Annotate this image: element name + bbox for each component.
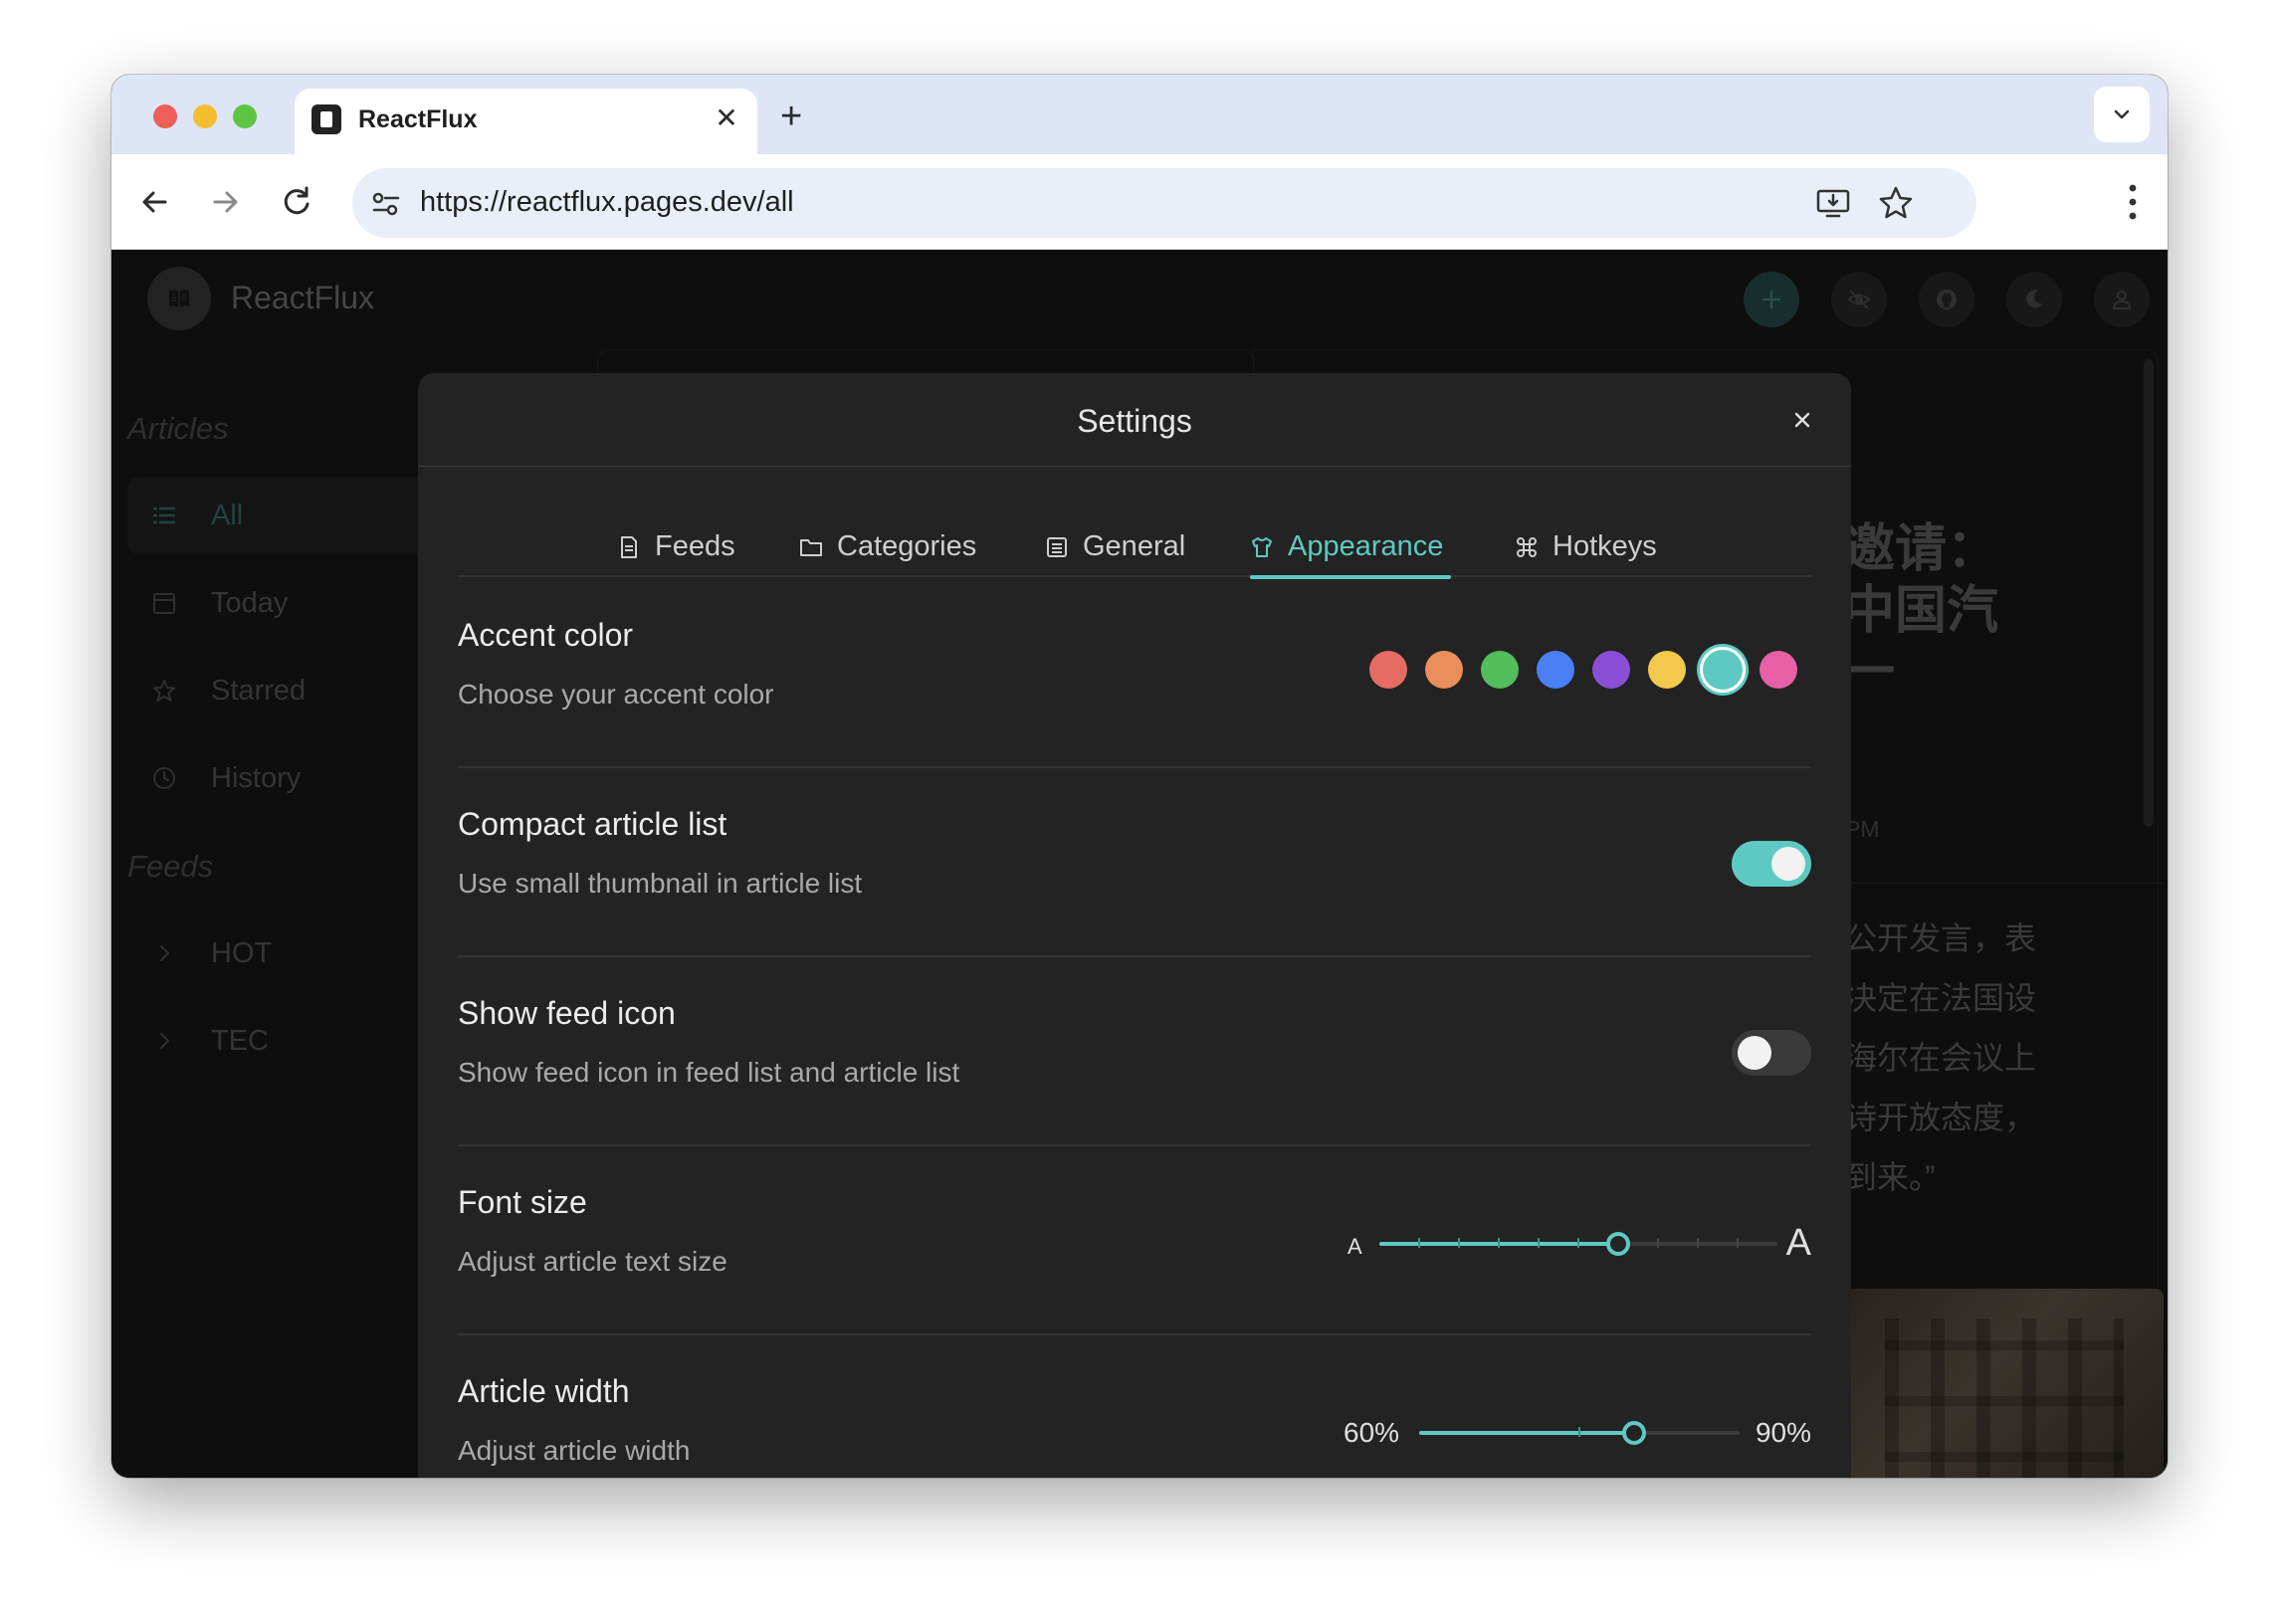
accent-swatch[interactable]	[1369, 651, 1407, 689]
accent-swatch[interactable]	[1700, 647, 1746, 693]
back-button[interactable]	[131, 178, 179, 226]
font-size-max-label: A	[1785, 1222, 1811, 1264]
tab-appearance[interactable]: Appearance	[1250, 527, 1451, 579]
browser-toolbar: https://reactflux.pages.dev/all	[111, 154, 2168, 250]
favicon-icon	[311, 104, 341, 134]
article-width-max-label: 90%	[1755, 1417, 1811, 1448]
new-tab-button[interactable]: +	[780, 97, 802, 136]
setting-description: Use small thumbnail in article list	[458, 868, 863, 899]
file-icon	[621, 536, 637, 558]
setting-font-size: Font size Adjust article text size A A	[458, 1146, 1811, 1335]
slider-tick	[1458, 1238, 1460, 1248]
slider-tick	[1498, 1238, 1500, 1248]
slider-thumb[interactable]	[1606, 1232, 1630, 1256]
folder-icon	[800, 539, 822, 556]
setting-description: Show feed icon in feed list and article …	[458, 1057, 960, 1088]
setting-accent-color: Accent color Choose your accent color	[458, 579, 1811, 768]
tab-search-button[interactable]	[2094, 87, 2150, 142]
slider-tick	[1578, 1427, 1580, 1437]
slider-tick	[1737, 1238, 1739, 1248]
slider-tick	[1577, 1238, 1579, 1248]
accent-swatch[interactable]	[1760, 651, 1797, 689]
setting-title: Font size	[458, 1184, 587, 1220]
setting-title: Article width	[458, 1373, 630, 1409]
reload-button[interactable]	[273, 178, 320, 226]
shirt-icon	[1252, 537, 1272, 557]
tab-title: ReactFlux	[358, 105, 478, 133]
install-app-icon[interactable]	[1815, 185, 1851, 221]
slider-tick	[1418, 1238, 1420, 1248]
bookmark-star-icon[interactable]	[1877, 184, 1915, 222]
toggle-knob	[1738, 1036, 1771, 1070]
accent-color-swatches	[1365, 647, 1803, 693]
slider-tick	[1697, 1238, 1699, 1248]
setting-show-feed-icon: Show feed icon Show feed icon in feed li…	[458, 957, 1811, 1146]
setting-compact-list: Compact article list Use small thumbnail…	[458, 768, 1811, 957]
minimize-window-button[interactable]	[193, 104, 217, 128]
maximize-window-button[interactable]	[233, 104, 257, 128]
site-settings-icon[interactable]	[368, 186, 404, 222]
tab-label: Categories	[837, 530, 977, 562]
close-icon[interactable]	[1789, 407, 1815, 433]
font-size-min-label: A	[1347, 1234, 1362, 1259]
font-size-slider[interactable]: A A	[1347, 1218, 1811, 1268]
accent-swatch[interactable]	[1648, 651, 1686, 689]
setting-description: Choose your accent color	[458, 679, 774, 710]
setting-title: Accent color	[458, 617, 634, 653]
accent-swatch[interactable]	[1592, 651, 1630, 689]
settings-title: Settings	[1077, 403, 1192, 439]
tab-label: Hotkeys	[1552, 530, 1657, 562]
settings-tabs: Feeds Categories General Appearance Hotk…	[458, 527, 1811, 579]
article-width-slider[interactable]: 60% 90%	[1344, 1407, 1811, 1457]
tab-label: Feeds	[655, 530, 735, 562]
browser-window: ReactFlux ✕ + https://reactflux.pages.de…	[111, 75, 2168, 1478]
chevron-down-icon	[2114, 109, 2130, 119]
tab-label: General	[1083, 530, 1186, 562]
accent-swatch[interactable]	[1537, 651, 1574, 689]
settings-modal: Settings Feeds Categories General Appear…	[418, 373, 1851, 1478]
close-window-button[interactable]	[153, 104, 177, 128]
forward-button[interactable]	[201, 178, 249, 226]
tab-strip: ReactFlux ✕ +	[111, 75, 2168, 154]
setting-title: Show feed icon	[458, 995, 676, 1031]
article-width-min-label: 60%	[1344, 1417, 1400, 1448]
setting-article-width: Article width Adjust article width 60% 9…	[458, 1335, 1811, 1478]
accent-swatch[interactable]	[1425, 651, 1463, 689]
browser-tab[interactable]: ReactFlux ✕	[295, 89, 757, 154]
address-bar[interactable]: https://reactflux.pages.dev/all	[352, 168, 1976, 238]
tab-label: Appearance	[1288, 530, 1444, 562]
url-text[interactable]: https://reactflux.pages.dev/all	[420, 186, 794, 219]
browser-menu-icon[interactable]	[2128, 180, 2138, 224]
setting-title: Compact article list	[458, 806, 727, 842]
command-icon	[1517, 537, 1537, 557]
list-box-icon	[1047, 537, 1067, 557]
accent-swatch[interactable]	[1481, 651, 1519, 689]
setting-description: Adjust article width	[458, 1435, 691, 1466]
settings-header: Settings	[418, 373, 1851, 467]
slider-thumb[interactable]	[1621, 1421, 1646, 1445]
arrow-right-icon	[213, 191, 238, 213]
tab-close-icon[interactable]: ✕	[712, 102, 741, 134]
slider-tick	[1657, 1238, 1659, 1248]
reactflux-app: ReactFlux Articles All Today Starred His…	[111, 250, 2168, 1478]
arrow-left-icon	[142, 191, 167, 213]
reload-icon	[284, 186, 310, 215]
compact-list-toggle[interactable]	[1732, 841, 1811, 887]
slider-tick	[1538, 1238, 1540, 1248]
show-feed-icon-toggle[interactable]	[1732, 1030, 1811, 1076]
setting-description: Adjust article text size	[458, 1246, 727, 1277]
slider-fill	[1419, 1431, 1634, 1435]
toggle-knob	[1771, 847, 1805, 881]
